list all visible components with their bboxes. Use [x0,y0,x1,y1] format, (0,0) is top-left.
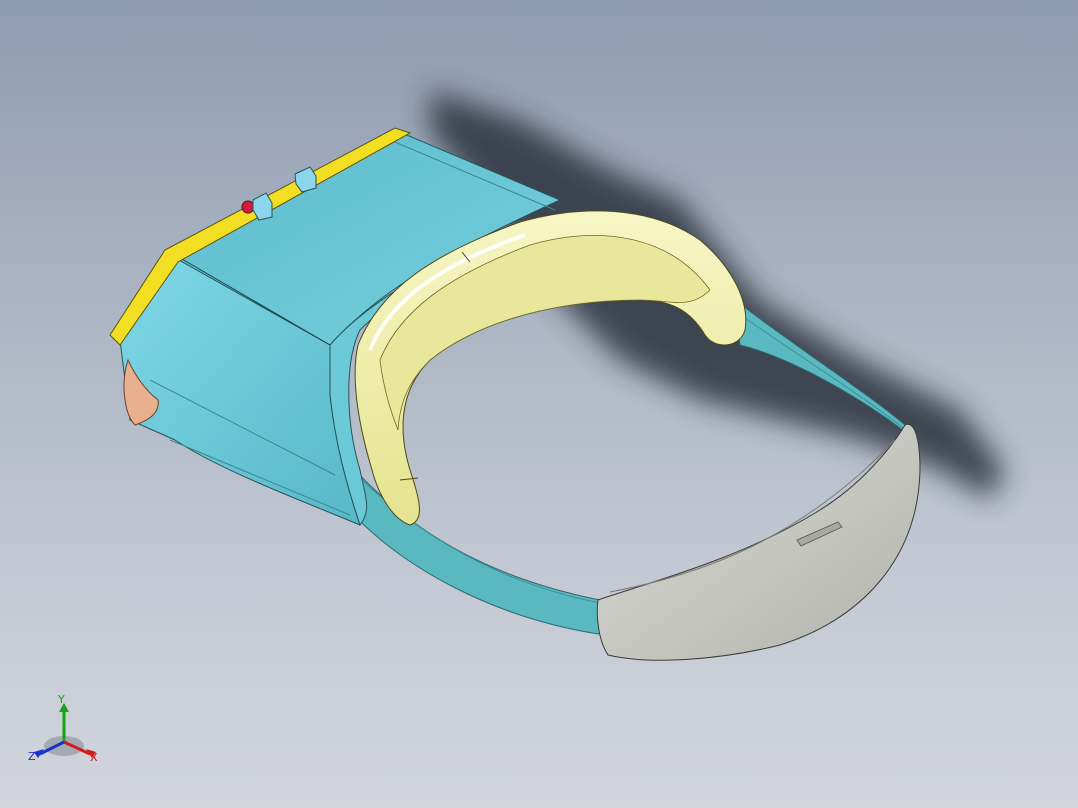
triad-x-label: X [90,751,98,764]
triad-z-label: Z [28,750,36,763]
rear-head-pad [596,423,921,661]
triad-y-label: Y [58,693,65,706]
graphics-viewport[interactable]: Y X Z [0,0,1078,808]
status-led [241,200,255,214]
goggle-body [119,129,562,527]
cad-scene [109,90,1005,661]
coordinate-triad: Y X Z [26,694,106,770]
